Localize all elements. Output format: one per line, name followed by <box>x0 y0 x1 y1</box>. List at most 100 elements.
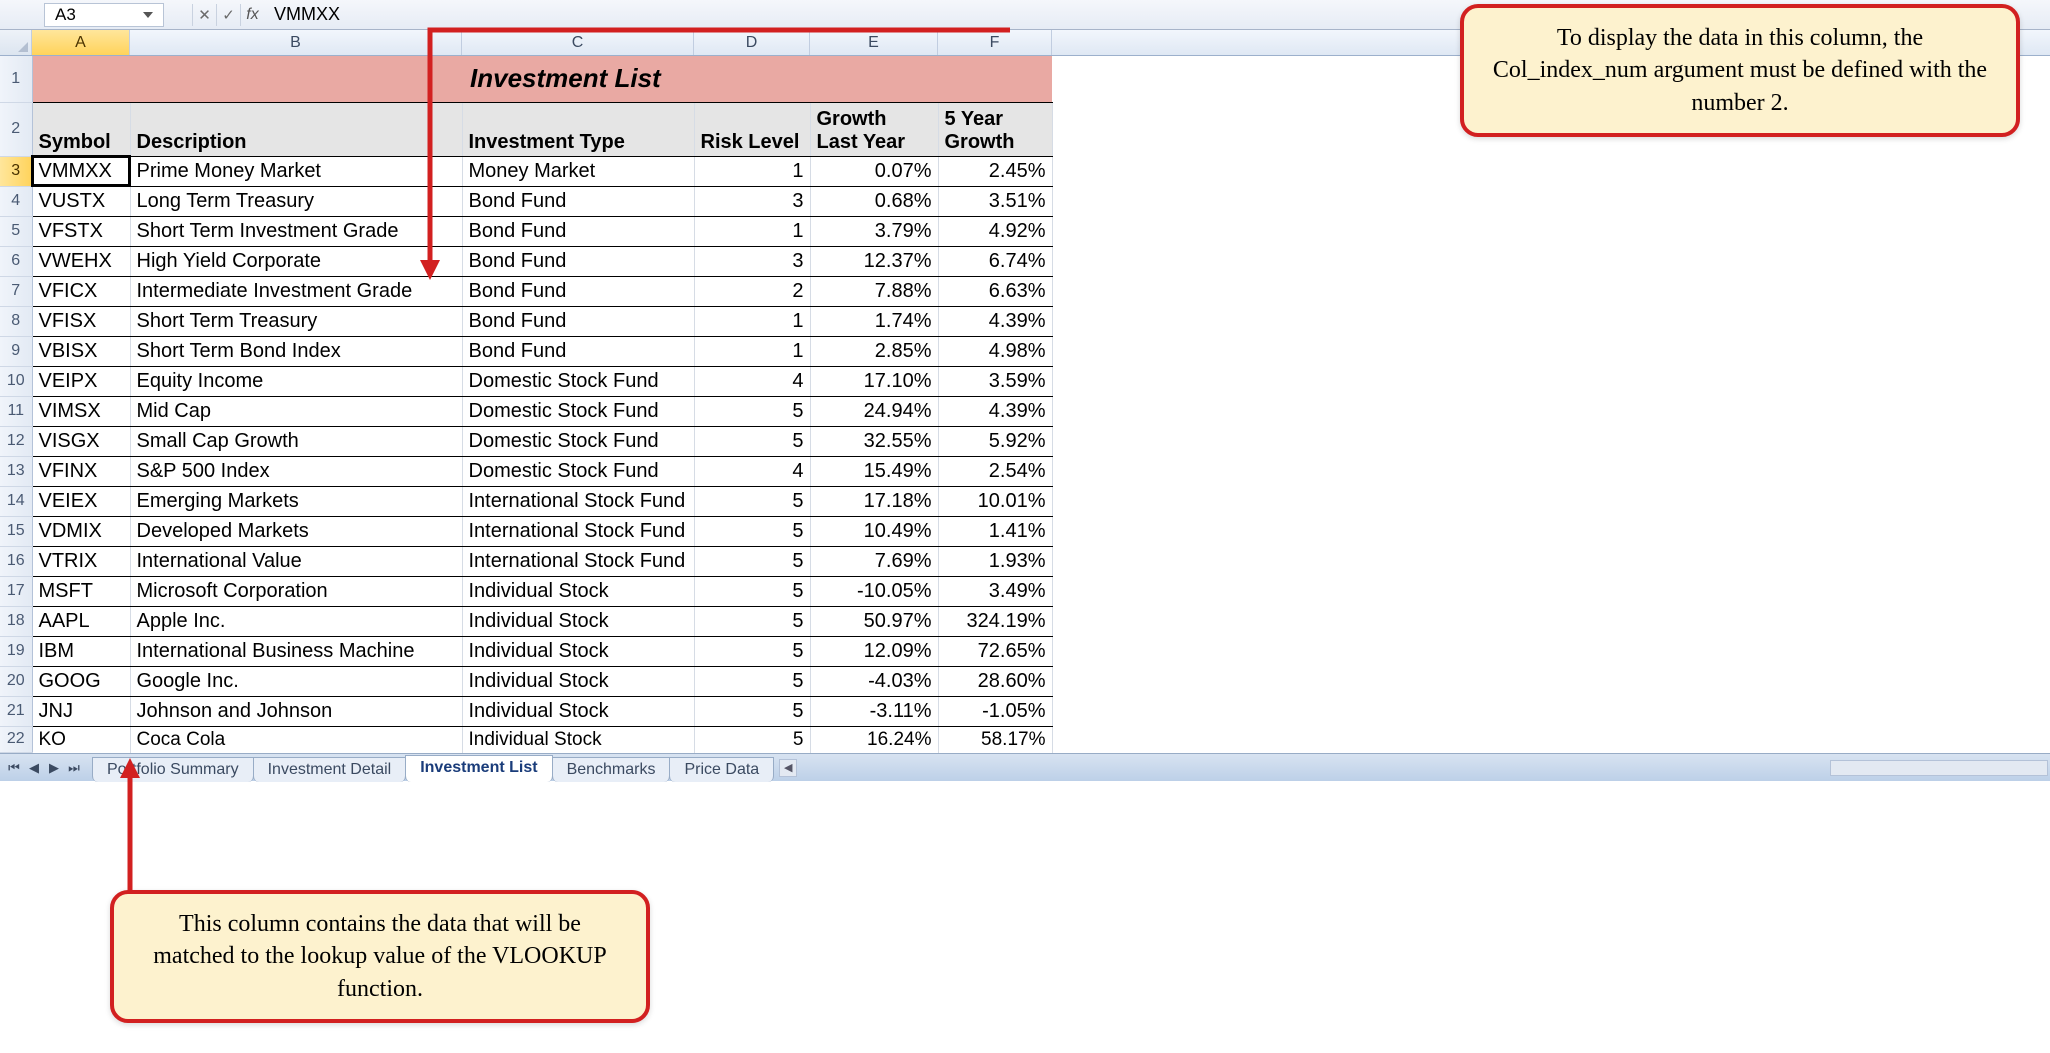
cell[interactable]: 15.49% <box>810 456 938 486</box>
cell[interactable]: Bond Fund <box>462 336 694 366</box>
row-header[interactable]: 18 <box>0 606 32 636</box>
cell[interactable]: 324.19% <box>938 606 1052 636</box>
cell[interactable]: VIMSX <box>32 396 130 426</box>
dropdown-icon[interactable] <box>143 12 153 18</box>
cell[interactable]: International Stock Fund <box>462 546 694 576</box>
cell[interactable]: 5 <box>694 666 810 696</box>
cell[interactable]: 5 <box>694 546 810 576</box>
cell[interactable]: 50.97% <box>810 606 938 636</box>
cell[interactable]: Individual Stock <box>462 576 694 606</box>
column-header-b[interactable]: B <box>130 30 462 55</box>
cell[interactable]: Small Cap Growth <box>130 426 462 456</box>
sheet-tab[interactable]: Portfolio Summary <box>92 757 254 782</box>
cell[interactable]: High Yield Corporate <box>130 246 462 276</box>
cell[interactable]: Prime Money Market <box>130 156 462 186</box>
cell[interactable]: 2 <box>694 276 810 306</box>
column-header-d[interactable]: D <box>694 30 810 55</box>
cell[interactable]: VTRIX <box>32 546 130 576</box>
row-header[interactable]: 15 <box>0 516 32 546</box>
cell[interactable]: 12.09% <box>810 636 938 666</box>
cell[interactable]: VFSTX <box>32 216 130 246</box>
cell[interactable]: Domestic Stock Fund <box>462 426 694 456</box>
cell[interactable]: 4.39% <box>938 396 1052 426</box>
cell[interactable]: Short Term Treasury <box>130 306 462 336</box>
cell[interactable]: 17.18% <box>810 486 938 516</box>
row-header[interactable]: 6 <box>0 246 32 276</box>
row-header[interactable]: 1 <box>0 56 32 102</box>
cell[interactable]: 1.74% <box>810 306 938 336</box>
sheet-tab[interactable]: Benchmarks <box>552 757 671 782</box>
cell[interactable]: VFINX <box>32 456 130 486</box>
row-header[interactable]: 20 <box>0 666 32 696</box>
horizontal-scrollbar[interactable] <box>1830 754 2050 781</box>
cell[interactable]: IBM <box>32 636 130 666</box>
cell[interactable]: 17.10% <box>810 366 938 396</box>
row-header[interactable]: 4 <box>0 186 32 216</box>
cell[interactable]: MSFT <box>32 576 130 606</box>
row-header[interactable]: 10 <box>0 366 32 396</box>
cell[interactable]: 32.55% <box>810 426 938 456</box>
header-5-year-growth[interactable]: 5 Year Growth <box>938 102 1052 156</box>
cell[interactable]: S&P 500 Index <box>130 456 462 486</box>
tab-nav-first-icon[interactable]: ⏮ <box>4 758 24 778</box>
cell[interactable]: 24.94% <box>810 396 938 426</box>
cell[interactable]: 5 <box>694 396 810 426</box>
row-header[interactable]: 11 <box>0 396 32 426</box>
row-header[interactable]: 16 <box>0 546 32 576</box>
sheet-tab[interactable]: Investment List <box>405 755 552 782</box>
cell[interactable]: 10.49% <box>810 516 938 546</box>
sheet-tab[interactable]: Price Data <box>669 757 774 782</box>
cell[interactable]: Bond Fund <box>462 246 694 276</box>
row-header[interactable]: 13 <box>0 456 32 486</box>
cell[interactable]: Long Term Treasury <box>130 186 462 216</box>
cell[interactable]: 5 <box>694 636 810 666</box>
cell[interactable]: 4 <box>694 366 810 396</box>
cell[interactable]: 1 <box>694 336 810 366</box>
cell[interactable]: 72.65% <box>938 636 1052 666</box>
cell[interactable] <box>130 56 462 102</box>
cell[interactable]: 3.59% <box>938 366 1052 396</box>
cell[interactable]: VUSTX <box>32 186 130 216</box>
header-description[interactable]: Description <box>130 102 462 156</box>
cell[interactable]: 3 <box>694 186 810 216</box>
insert-function-button[interactable]: fx <box>240 4 264 26</box>
cell[interactable]: VDMIX <box>32 516 130 546</box>
cell[interactable]: VEIPX <box>32 366 130 396</box>
cell[interactable]: International Stock Fund <box>462 516 694 546</box>
row-header[interactable]: 2 <box>0 102 32 156</box>
cell[interactable]: GOOG <box>32 666 130 696</box>
cell[interactable]: Bond Fund <box>462 306 694 336</box>
cell[interactable]: 5 <box>694 726 810 753</box>
cell[interactable]: Bond Fund <box>462 216 694 246</box>
formula-bar-input[interactable]: VMMXX <box>264 4 340 25</box>
cell[interactable] <box>32 56 130 102</box>
cell[interactable]: AAPL <box>32 606 130 636</box>
cell[interactable]: Johnson and Johnson <box>130 696 462 726</box>
cell[interactable]: 4.39% <box>938 306 1052 336</box>
cell[interactable]: JNJ <box>32 696 130 726</box>
cell[interactable]: Individual Stock <box>462 726 694 753</box>
cell[interactable] <box>810 56 938 102</box>
cell[interactable]: VFICX <box>32 276 130 306</box>
cell[interactable]: 4.92% <box>938 216 1052 246</box>
cell[interactable]: 6.74% <box>938 246 1052 276</box>
cell[interactable]: 58.17% <box>938 726 1052 753</box>
cell[interactable]: 28.60% <box>938 666 1052 696</box>
cell[interactable]: 0.07% <box>810 156 938 186</box>
cell[interactable]: 2.85% <box>810 336 938 366</box>
cell[interactable]: 5 <box>694 696 810 726</box>
cell[interactable]: 5 <box>694 576 810 606</box>
cell[interactable]: Short Term Investment Grade <box>130 216 462 246</box>
cell[interactable]: International Business Machine <box>130 636 462 666</box>
row-header[interactable]: 12 <box>0 426 32 456</box>
cell[interactable]: Intermediate Investment Grade <box>130 276 462 306</box>
cell[interactable]: Individual Stock <box>462 636 694 666</box>
cell[interactable]: Money Market <box>462 156 694 186</box>
header-investment-type[interactable]: Investment Type <box>462 102 694 156</box>
cell[interactable]: 0.68% <box>810 186 938 216</box>
name-box[interactable]: A3 <box>44 3 164 27</box>
cell[interactable]: Equity Income <box>130 366 462 396</box>
row-header[interactable]: 14 <box>0 486 32 516</box>
worksheet-grid[interactable]: 1 Investment List 2 Symbol Description I… <box>0 56 1053 753</box>
row-header[interactable]: 9 <box>0 336 32 366</box>
